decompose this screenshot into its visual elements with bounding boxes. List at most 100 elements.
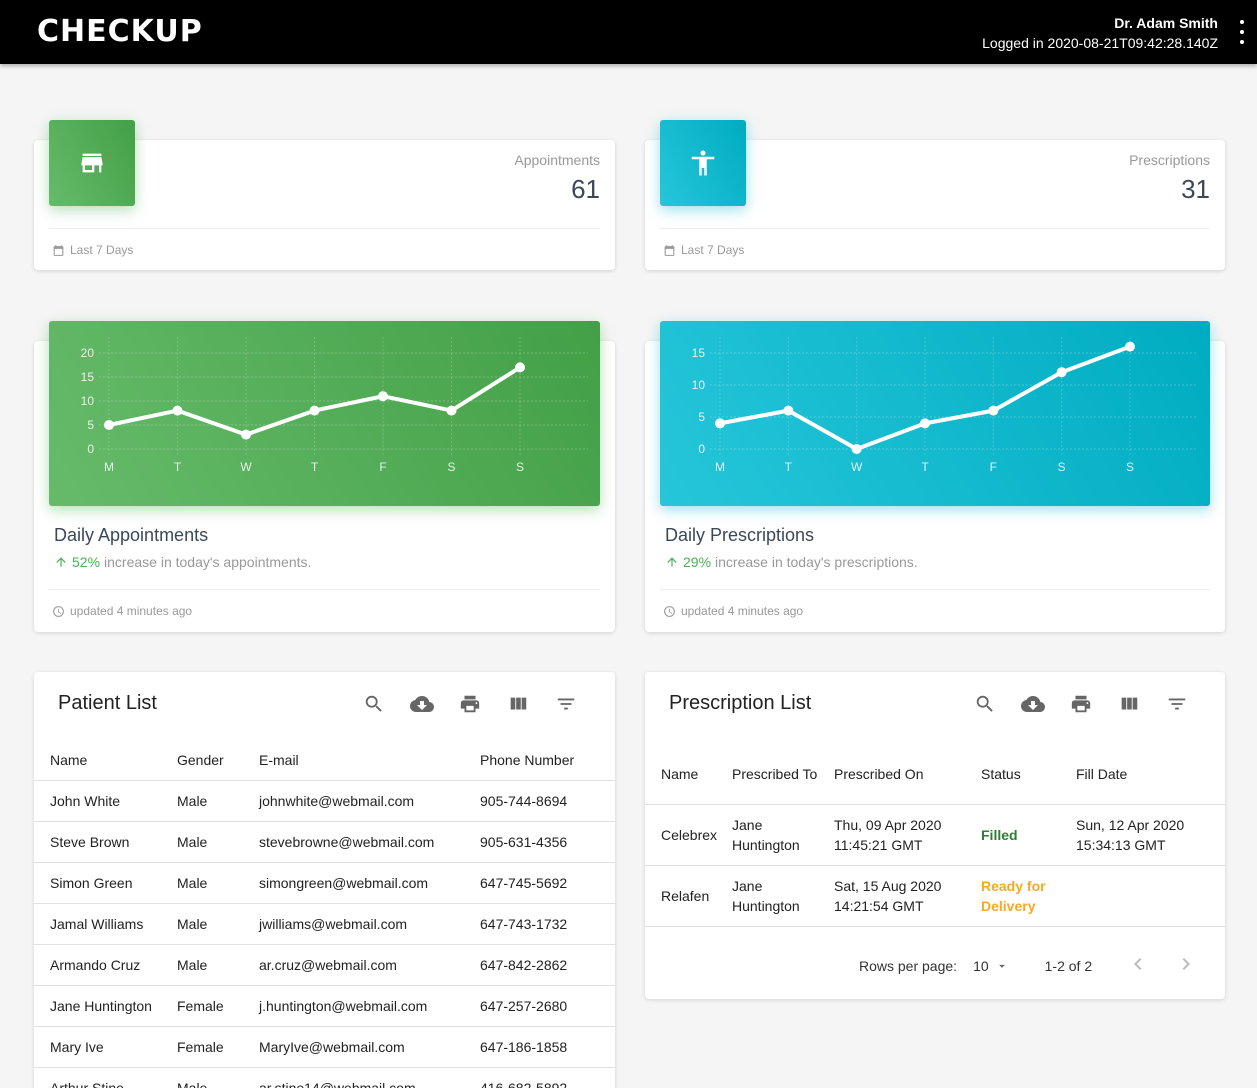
line-chart: 0 5 10 15 20 M T W T F S S xyxy=(81,337,588,474)
rows-per-page-value: 10 xyxy=(973,957,989,974)
calendar-icon xyxy=(664,244,675,256)
footer-text: Last 7 Days xyxy=(70,243,134,257)
table-cell: Arthur Stine xyxy=(34,1066,177,1088)
table-row[interactable]: Celebrex Jane Huntington Thu, 09 Apr 2020 … xyxy=(645,803,1225,865)
x-tick-label: T xyxy=(921,460,929,474)
data-point[interactable] xyxy=(920,418,930,429)
data-point[interactable] xyxy=(172,405,183,416)
table-row[interactable]: Arthur Stine Male ar.stine14@webmail.com 41… xyxy=(34,1066,615,1088)
print-icon[interactable] xyxy=(1069,692,1093,716)
cloud-download-icon[interactable] xyxy=(1021,692,1045,716)
column-header[interactable]: Gender xyxy=(177,740,259,780)
more-vert-icon[interactable] xyxy=(1235,20,1249,44)
chart-summary: 29% increase in today's prescriptions. xyxy=(665,554,918,570)
data-point[interactable] xyxy=(515,362,525,373)
column-header[interactable]: Prescribed To xyxy=(732,744,834,804)
table-row[interactable]: John White Male johnwhite@webmail.com 905-7… xyxy=(34,779,615,821)
x-tick-label: S xyxy=(516,460,524,474)
previous-page-icon[interactable] xyxy=(1126,952,1150,979)
table-cell: Male xyxy=(177,902,259,944)
table-toolbar xyxy=(362,692,578,716)
data-point[interactable] xyxy=(1125,341,1135,352)
table-cell: Jane Huntington xyxy=(732,864,834,926)
column-header[interactable]: Fill Date xyxy=(1076,744,1225,804)
search-icon[interactable] xyxy=(362,692,386,716)
table-cell: 905-744-8694 xyxy=(480,779,615,821)
app-logo[interactable]: CHECKUP xyxy=(37,14,203,49)
summary-text: increase in today's appointments. xyxy=(104,554,312,570)
divider xyxy=(49,228,600,229)
percent-change: 29% xyxy=(683,554,712,570)
data-point[interactable] xyxy=(1056,367,1067,378)
table-cell: Celebrex xyxy=(645,803,732,865)
table-cell: 647-743-1732 xyxy=(480,902,615,944)
view-column-icon[interactable] xyxy=(1117,692,1141,716)
accessibility-icon xyxy=(660,120,746,206)
data-point[interactable] xyxy=(104,420,114,430)
x-tick-label: M xyxy=(104,460,114,474)
rows-per-page-select[interactable]: 10 xyxy=(973,958,1009,974)
column-header[interactable]: E-mail xyxy=(259,740,480,780)
table-cell: Steve Brown xyxy=(34,820,177,862)
divider xyxy=(49,589,600,590)
y-tick-label: 20 xyxy=(81,346,95,360)
table-row[interactable]: Steve Brown Male stevebrowne@webmail.com 90… xyxy=(34,820,615,862)
prescription-list-card: Prescription List Name Prescribed To Presc… xyxy=(645,672,1225,999)
filter-list-icon[interactable] xyxy=(1165,692,1189,716)
table-toolbar xyxy=(973,692,1189,716)
data-point[interactable] xyxy=(241,429,251,440)
arrow-up-icon xyxy=(667,557,677,567)
login-status: Logged in 2020-08-21T09:42:28.140Z xyxy=(982,35,1218,51)
cloud-download-icon[interactable] xyxy=(410,692,434,716)
table-cell: Jamal Williams xyxy=(34,902,177,944)
chart-summary: 52% increase in today's appointments. xyxy=(54,554,311,570)
table-row[interactable]: Simon Green Male simongreen@webmail.com 647… xyxy=(34,861,615,903)
column-header[interactable]: Name xyxy=(645,744,732,804)
table-row[interactable]: Jane Huntington Female j.huntington@webmai… xyxy=(34,984,615,1026)
store-icon xyxy=(49,120,135,206)
dropdown-arrow-icon xyxy=(998,964,1005,968)
data-point[interactable] xyxy=(715,418,725,429)
y-tick-label: 10 xyxy=(692,378,706,392)
table-row[interactable]: Mary Ive Female MaryIve@webmail.com 647-186… xyxy=(34,1025,615,1067)
print-icon[interactable] xyxy=(458,692,482,716)
table-cell: Female xyxy=(177,984,259,1026)
search-icon[interactable] xyxy=(973,692,997,716)
table-cell: Male xyxy=(177,943,259,985)
filter-list-icon[interactable] xyxy=(554,692,578,716)
column-header[interactable]: Prescribed On xyxy=(834,744,981,804)
divider xyxy=(645,926,1225,927)
table-cell: Male xyxy=(177,820,259,862)
divider xyxy=(660,589,1210,590)
table-row[interactable]: Relafen Jane Huntington Sat, 15 Aug 2020 1… xyxy=(645,864,1225,926)
table-row[interactable]: Armando Cruz Male ar.cruz@webmail.com 647-8… xyxy=(34,943,615,985)
summary-text: increase in today's prescriptions. xyxy=(715,554,918,570)
data-point[interactable] xyxy=(446,405,457,416)
y-tick-label: 0 xyxy=(87,442,94,456)
y-tick-label: 10 xyxy=(81,394,95,408)
data-point[interactable] xyxy=(783,405,794,416)
data-point[interactable] xyxy=(851,444,862,454)
data-point[interactable] xyxy=(309,405,320,416)
table-cell: Armando Cruz xyxy=(34,943,177,985)
user-name: Dr. Adam Smith xyxy=(1114,15,1218,31)
column-header[interactable]: Status xyxy=(981,744,1076,804)
table-cell: 647-257-2680 xyxy=(480,984,615,1026)
table-row[interactable]: Jamal Williams Male jwilliams@webmail.com 6… xyxy=(34,902,615,944)
column-header[interactable]: Name xyxy=(34,740,177,780)
next-page-icon[interactable] xyxy=(1174,952,1198,979)
data-point[interactable] xyxy=(378,391,388,402)
table-cell: 647-745-5692 xyxy=(480,861,615,903)
divider xyxy=(660,228,1210,229)
status-badge: Ready for Delivery xyxy=(981,864,1076,926)
view-column-icon[interactable] xyxy=(506,692,530,716)
clock-icon xyxy=(664,605,675,617)
table-cell: Male xyxy=(177,861,259,903)
x-tick-label: W xyxy=(851,460,863,474)
table-cell: ar.stine14@webmail.com xyxy=(259,1066,480,1088)
data-point[interactable] xyxy=(988,405,999,416)
column-header[interactable]: Phone Number xyxy=(480,740,615,780)
user-info: Dr. Adam Smith Logged in 2020-08-21T09:4… xyxy=(982,13,1218,53)
chart-footer: updated 4 minutes ago xyxy=(52,604,192,618)
stat-footer: Last 7 Days xyxy=(663,243,744,257)
